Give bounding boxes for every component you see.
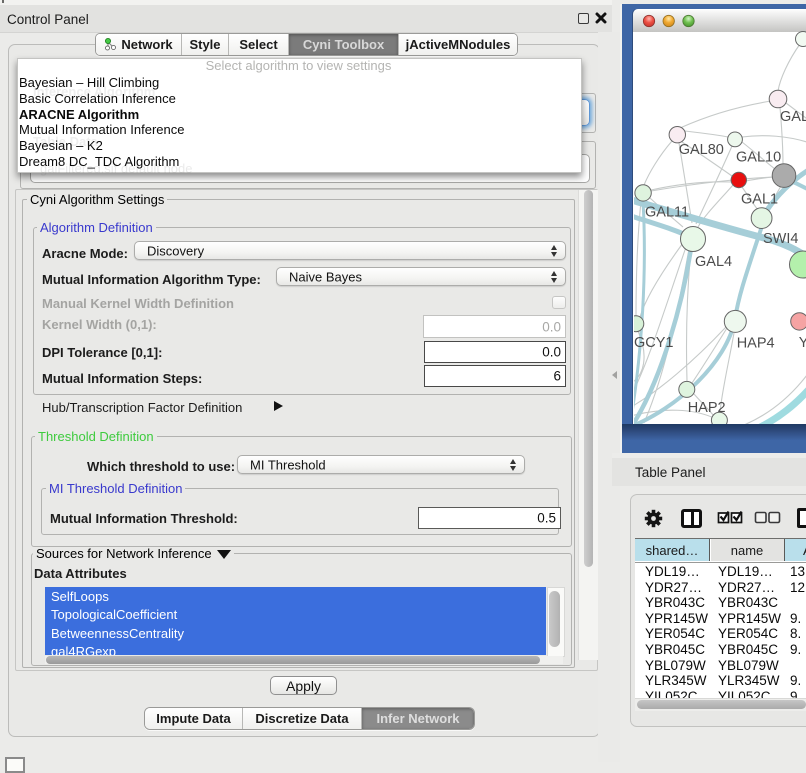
svg-text:GAL80: GAL80 [679,142,724,158]
svg-text:Y: Y [799,335,806,351]
svg-text:GCY1: GCY1 [634,335,674,351]
svg-text:GAL10: GAL10 [736,150,781,166]
svg-text:HAP2: HAP2 [688,400,726,416]
svg-text:HAP4: HAP4 [737,336,775,352]
svg-text:SWI4: SWI4 [763,231,798,247]
svg-text:GAL4: GAL4 [695,254,732,270]
svg-text:GAL1: GAL1 [741,192,778,208]
svg-text:GAL2: GAL2 [780,109,806,125]
svg-text:GAL11: GAL11 [645,205,689,221]
